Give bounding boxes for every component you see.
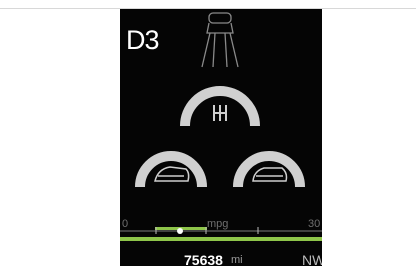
compass-heading: NW [302,252,322,266]
odometer-unit: mi [231,254,243,266]
mpg-scale-max: 30 [308,218,321,230]
rear-vehicle-gauge [233,151,305,188]
vehicle-front-icon [154,166,190,182]
vehicle-rear-icon [252,167,288,182]
odometer: 75638 mi NW [120,252,322,266]
mpg-scale: 0 mpg 30 [120,218,322,232]
shift-gauge [180,86,260,127]
headlights-icon [201,12,239,68]
mpg-scale-min: 0 [122,218,129,230]
instrument-display: D3 0 mpg 30 75638 mi NW [120,9,322,266]
odometer-value: 75638 [184,252,223,266]
front-vehicle-gauge [135,151,207,188]
shift-pattern-icon [213,105,227,121]
mpg-label: mpg [207,218,229,230]
economy-baseline [120,237,322,241]
